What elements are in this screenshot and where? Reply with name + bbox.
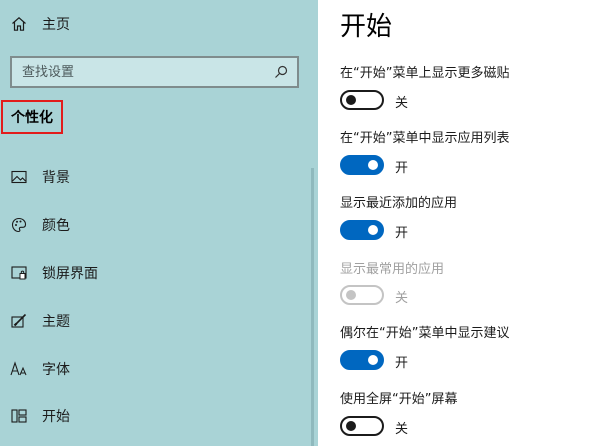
toggle-recently-added[interactable] <box>340 220 384 240</box>
toggle-knob <box>346 290 356 300</box>
sidebar-item-label: 背景 <box>42 170 70 186</box>
toggle-knob <box>346 421 356 431</box>
toggle-knob <box>368 160 378 170</box>
start-menu-icon <box>10 407 28 425</box>
home-label: 主页 <box>42 17 70 33</box>
picture-icon <box>10 168 28 186</box>
toggle-state-label: 关 <box>395 96 409 111</box>
setting-label: 显示最常用的应用 <box>340 262 445 277</box>
setting-label: 显示最近添加的应用 <box>340 196 458 211</box>
sidebar-item-label: 开始 <box>42 409 70 425</box>
setting-label: 使用全屏“开始”屏幕 <box>340 392 458 407</box>
toggle-most-used <box>340 285 384 305</box>
sidebar: 主页 个性化 背景 颜色 锁屏界面 主题 字体 <box>0 0 318 446</box>
sidebar-item-colors[interactable]: 颜色 <box>0 205 318 245</box>
search-icon[interactable] <box>269 60 293 84</box>
sidebar-item-fonts[interactable]: 字体 <box>0 349 318 389</box>
setting-label: 偶尔在“开始”菜单中显示建议 <box>340 326 510 341</box>
font-icon <box>10 360 28 378</box>
toggle-fullscreen-start[interactable] <box>340 416 384 436</box>
sidebar-item-themes[interactable]: 主题 <box>0 301 318 341</box>
home-icon <box>10 15 28 33</box>
sidebar-item-label: 颜色 <box>42 218 70 234</box>
toggle-knob <box>346 95 356 105</box>
toggle-suggestions[interactable] <box>340 350 384 370</box>
toggle-state-label: 关 <box>395 291 409 306</box>
home-nav-item[interactable]: 主页 <box>10 12 70 36</box>
search-box[interactable] <box>10 56 299 88</box>
toggle-knob <box>368 225 378 235</box>
toggle-knob <box>368 355 378 365</box>
toggle-state-label: 开 <box>395 226 409 241</box>
toggle-state-label: 开 <box>395 161 409 176</box>
palette-icon <box>10 216 28 234</box>
toggle-more-tiles[interactable] <box>340 90 384 110</box>
sidebar-item-label: 主题 <box>42 314 70 330</box>
category-title: 个性化 <box>1 100 63 134</box>
setting-label: 在“开始”菜单中显示应用列表 <box>340 131 510 146</box>
sidebar-scrollbar[interactable] <box>311 168 314 446</box>
sidebar-item-label: 字体 <box>42 362 70 378</box>
toggle-state-label: 开 <box>395 356 409 371</box>
theme-brush-icon <box>10 312 28 330</box>
sidebar-item-start[interactable]: 开始 <box>0 396 318 436</box>
lock-screen-icon <box>10 264 28 282</box>
sidebar-item-lock-screen[interactable]: 锁屏界面 <box>0 253 318 293</box>
sidebar-item-label: 锁屏界面 <box>42 266 98 282</box>
page-title: 开始 <box>340 12 393 42</box>
sidebar-item-background[interactable]: 背景 <box>0 157 318 197</box>
setting-label: 在“开始”菜单上显示更多磁贴 <box>340 66 510 81</box>
search-input[interactable] <box>12 57 269 87</box>
toggle-app-list[interactable] <box>340 155 384 175</box>
toggle-state-label: 关 <box>395 422 409 437</box>
